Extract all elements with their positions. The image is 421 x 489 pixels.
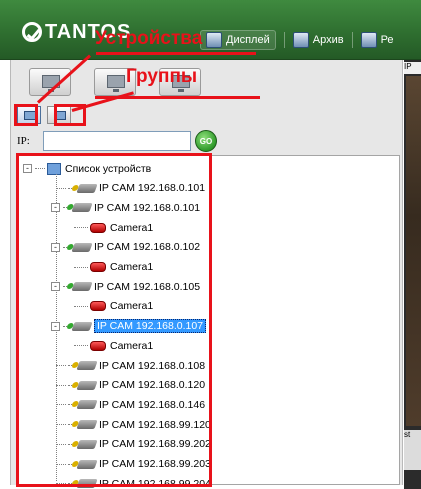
annotation-devices: Устройства xyxy=(95,28,203,49)
nav-display-label: Дисплей xyxy=(226,34,270,46)
nav-archive[interactable]: Архив xyxy=(292,32,344,48)
monitor-icon xyxy=(107,75,125,92)
ip-label: IP: xyxy=(17,135,30,147)
top-nav: Дисплей Архив Ре xyxy=(200,30,394,50)
ip-input[interactable] xyxy=(43,131,191,151)
nav-more-label: Ре xyxy=(380,34,394,46)
video-area-edge: IP st xyxy=(404,60,421,489)
logo-icon xyxy=(22,22,42,42)
video-header-text: IP xyxy=(404,62,421,74)
display-icon xyxy=(206,32,222,48)
annotation-box-devices-tab xyxy=(14,104,38,126)
annotation-underline-devices xyxy=(96,52,256,55)
nav-more[interactable]: Ре xyxy=(360,32,394,48)
settings-icon xyxy=(360,32,377,48)
annotation-box-tree xyxy=(16,153,212,487)
video-footer-text: st xyxy=(404,430,421,470)
annotation-box-groups-tab xyxy=(54,104,86,126)
nav-display[interactable]: Дисплей xyxy=(200,30,276,50)
nav-separator xyxy=(351,32,353,48)
video-preview xyxy=(406,76,421,426)
nav-archive-label: Архив xyxy=(312,34,344,46)
annotation-groups: Группы xyxy=(126,66,198,87)
app-header: TANTOS Дисплей Архив Ре xyxy=(0,0,421,60)
ip-search-row: IP: GO xyxy=(17,130,217,152)
go-button[interactable]: GO xyxy=(195,130,217,152)
nav-separator xyxy=(283,32,285,48)
archive-icon xyxy=(292,32,309,48)
